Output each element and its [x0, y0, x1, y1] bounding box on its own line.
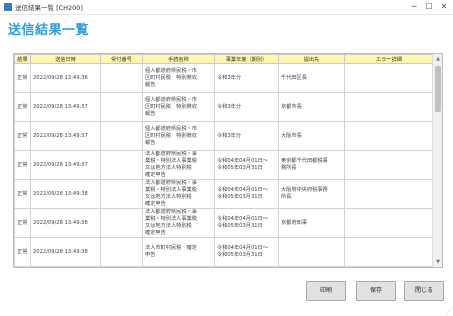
error-detail-cell	[344, 63, 434, 93]
table-row[interactable]: 正常 2022/09/28 13:49:38 法人都道府県民税・事 業税・特別法…	[14, 208, 434, 238]
status-cell: 正常	[14, 121, 31, 151]
receipt-number-cell	[100, 208, 143, 238]
table-row[interactable]: 正常 2022/09/28 13:49:38 法人市町村民税 確定 申告 令和0…	[14, 237, 434, 267]
minimize-icon[interactable]: ─	[407, 1, 421, 13]
status-cell: 正常	[14, 237, 31, 267]
receipt-number-cell	[100, 179, 143, 209]
destination-cell: 京都府知事	[278, 208, 345, 238]
destination-cell: 千代田区長	[278, 63, 345, 93]
column-header-fiscal-period[interactable]: 事業年度（期別）	[214, 54, 279, 64]
destination-cell	[278, 237, 345, 267]
procedure-cell: 法人都道府県民税・事 業税・特別法人事業税 又は地方法人特別税 確定申告	[142, 150, 215, 180]
procedure-cell: 個人都道府県民税・市 区町村民税 特別徴収 報告	[142, 92, 215, 122]
sent-datetime-cell: 2022/09/28 13:49:38	[30, 179, 101, 209]
column-header-destination[interactable]: 提出先	[278, 54, 345, 64]
table-row[interactable]: 正常 2022/09/28 13:49:37 個人都道府県民税・市 区町村民税 …	[14, 121, 434, 151]
table-row[interactable]: 正常 2022/09/28 13:49:37 個人都道府県民税・市 区町村民税 …	[14, 92, 434, 122]
scroll-down-icon[interactable]: ▼	[434, 258, 442, 266]
table-row[interactable]: 正常 2022/09/28 13:49:37 法人都道府県民税・事 業税・特別法…	[14, 150, 434, 180]
destination-cell: 大阪市長	[278, 121, 345, 151]
table-header-row: 結果 送信日時 受付番号 手続名称 事業年度（期別） 提出先 エラー詳細	[14, 54, 434, 64]
column-header-procedure[interactable]: 手続名称	[142, 54, 215, 64]
results-table: 結果 送信日時 受付番号 手続名称 事業年度（期別） 提出先 エラー詳細 正常 …	[14, 54, 434, 267]
results-table-container: 結果 送信日時 受付番号 手続名称 事業年度（期別） 提出先 エラー詳細 正常 …	[13, 53, 443, 268]
error-detail-cell	[344, 179, 434, 209]
scroll-up-icon[interactable]: ▲	[434, 55, 442, 63]
status-cell: 正常	[14, 63, 31, 93]
page-title: 送信結果一覧	[8, 23, 90, 38]
procedure-cell: 個人都道府県民税・市 区町村民税 特別徴収 報告	[142, 121, 215, 151]
table-row[interactable]: 正常 2022/09/28 13:49:36 個人都道府県民税・市 区町村民税 …	[14, 63, 434, 93]
app-icon	[4, 3, 12, 11]
close-icon[interactable]: ✕	[437, 1, 451, 13]
sent-datetime-cell: 2022/09/28 13:49:36	[30, 63, 101, 93]
error-detail-cell	[344, 92, 434, 122]
destination-cell: 京都市長	[278, 92, 345, 122]
column-header-error-detail[interactable]: エラー詳細	[344, 54, 434, 64]
status-cell: 正常	[14, 208, 31, 238]
receipt-number-cell	[100, 63, 143, 93]
error-detail-cell	[344, 150, 434, 180]
fiscal-period-cell: 令和3年分	[214, 121, 279, 151]
receipt-number-cell	[100, 237, 143, 267]
resize-grip-icon[interactable]: ⋰	[446, 308, 452, 315]
title-bar: 送信結果一覧 [CH200] ─ ☐ ✕	[0, 0, 453, 15]
fiscal-period-cell: 令和04年04月01日～ 令和05年03月31日	[214, 179, 279, 209]
column-header-receipt-number[interactable]: 受付番号	[100, 54, 143, 64]
procedure-cell: 法人市町村民税 確定 申告	[142, 237, 215, 267]
receipt-number-cell	[100, 121, 143, 151]
sent-datetime-cell: 2022/09/28 13:49:37	[30, 121, 101, 151]
close-button[interactable]: 閉じる	[404, 281, 444, 301]
column-header-sent-datetime[interactable]: 送信日時	[30, 54, 101, 64]
procedure-cell: 法人都道府県民税・事 業税・特別法人事業税 又は地方法人特別税 確定申告	[142, 208, 215, 238]
status-cell: 正常	[14, 179, 31, 209]
destination-cell: 東京都千代田都税事 務所長	[278, 150, 345, 180]
error-detail-cell	[344, 208, 434, 238]
sent-datetime-cell: 2022/09/28 13:49:38	[30, 208, 101, 238]
destination-cell: 大阪府中央府税事務 所長	[278, 179, 345, 209]
receipt-number-cell	[100, 150, 143, 180]
sent-datetime-cell: 2022/09/28 13:49:37	[30, 92, 101, 122]
scrollbar-thumb[interactable]	[435, 66, 441, 112]
maximize-icon[interactable]: ☐	[422, 1, 436, 13]
fiscal-period-cell: 令和04年04月01日～ 令和05年03月31日	[214, 237, 279, 267]
sent-datetime-cell: 2022/09/28 13:49:37	[30, 150, 101, 180]
column-header-status[interactable]: 結果	[14, 54, 31, 64]
window-title: 送信結果一覧 [CH200]	[15, 4, 83, 12]
print-button[interactable]: 印刷	[306, 281, 346, 301]
procedure-cell: 個人都道府県民税・市 区町村民税 特別徴収 報告	[142, 63, 215, 93]
status-cell: 正常	[14, 92, 31, 122]
sent-datetime-cell: 2022/09/28 13:49:38	[30, 237, 101, 267]
save-button[interactable]: 保存	[356, 281, 396, 301]
fiscal-period-cell: 令和3年分	[214, 92, 279, 122]
status-cell: 正常	[14, 150, 31, 180]
receipt-number-cell	[100, 92, 143, 122]
error-detail-cell	[344, 237, 434, 267]
fiscal-period-cell: 令和3年分	[214, 63, 279, 93]
fiscal-period-cell: 令和04年04月01日～ 令和05年03月31日	[214, 208, 279, 238]
vertical-scrollbar[interactable]: ▲ ▼	[432, 54, 442, 267]
procedure-cell: 法人都道府県民税・事 業税・特別法人事業税 又は地方法人特別税 確定申告	[142, 179, 215, 209]
error-detail-cell	[344, 121, 434, 151]
table-row[interactable]: 正常 2022/09/28 13:49:38 法人都道府県民税・事 業税・特別法…	[14, 179, 434, 209]
fiscal-period-cell: 令和04年04月01日～ 令和05年03月31日	[214, 150, 279, 180]
